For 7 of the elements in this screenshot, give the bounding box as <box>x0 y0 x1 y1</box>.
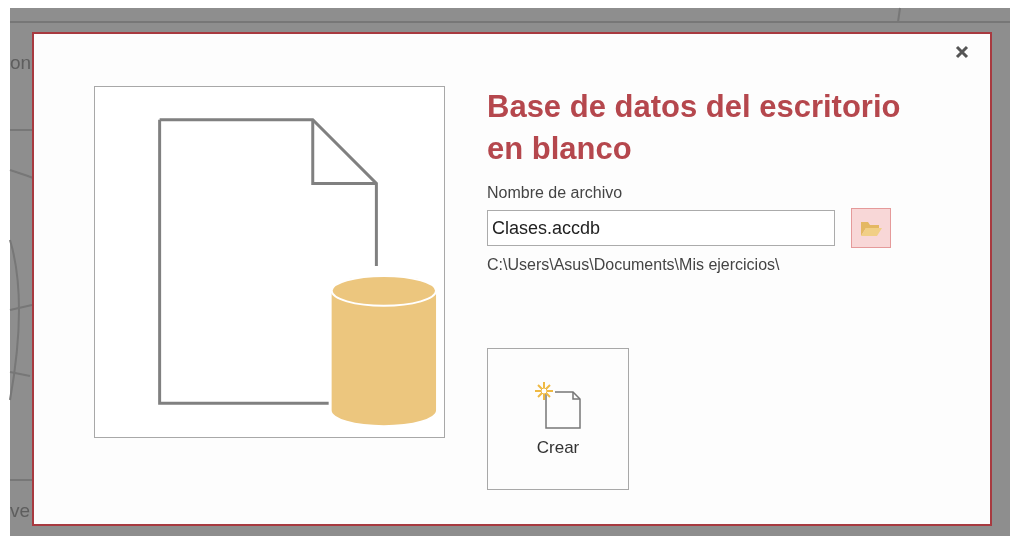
new-file-icon <box>533 380 583 430</box>
file-name-field[interactable]: Clases.accdb <box>487 210 835 246</box>
dialog-title: Base de datos del escritorio en blanco <box>487 88 902 168</box>
close-icon <box>954 44 970 60</box>
field-label: Nombre de archivo <box>487 184 624 202</box>
create-button[interactable]: Crear <box>487 348 629 490</box>
file-path: C:\Users\Asus\Documents\Mis ejercicios\ <box>487 256 781 274</box>
